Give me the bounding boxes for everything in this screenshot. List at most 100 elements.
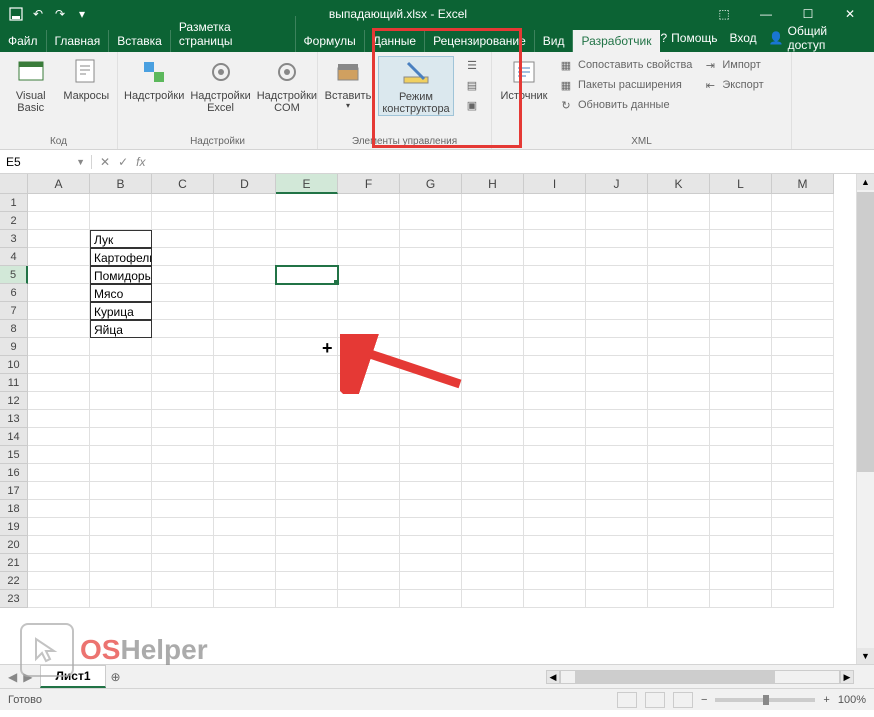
cell[interactable]	[772, 338, 834, 356]
undo-icon[interactable]: ↶	[28, 4, 48, 24]
cell[interactable]	[214, 320, 276, 338]
cell[interactable]	[28, 464, 90, 482]
cell[interactable]	[28, 500, 90, 518]
excel-addins-button[interactable]: Надстройки Excel	[190, 56, 250, 114]
cell[interactable]	[214, 590, 276, 608]
cell[interactable]	[710, 230, 772, 248]
map-properties-button[interactable]: ▦Сопоставить свойства	[556, 56, 694, 74]
row-header[interactable]: 16	[0, 464, 28, 482]
row-header[interactable]: 1	[0, 194, 28, 212]
normal-view-icon[interactable]	[617, 692, 637, 708]
cell[interactable]	[400, 356, 462, 374]
cell[interactable]	[28, 554, 90, 572]
cell[interactable]	[214, 248, 276, 266]
cell[interactable]	[338, 320, 400, 338]
row-header[interactable]: 5	[0, 266, 28, 284]
cell[interactable]	[524, 464, 586, 482]
cell[interactable]	[276, 356, 338, 374]
column-header[interactable]: H	[462, 174, 524, 194]
cell[interactable]	[276, 572, 338, 590]
cell[interactable]	[28, 518, 90, 536]
cell[interactable]	[772, 248, 834, 266]
cell[interactable]	[400, 266, 462, 284]
cell[interactable]	[648, 230, 710, 248]
cell[interactable]	[710, 410, 772, 428]
cell[interactable]	[710, 464, 772, 482]
tab-data[interactable]: Данные	[365, 30, 425, 52]
cell[interactable]	[90, 194, 152, 212]
row-header[interactable]: 11	[0, 374, 28, 392]
page-break-view-icon[interactable]	[673, 692, 693, 708]
cell[interactable]	[338, 572, 400, 590]
cell[interactable]	[524, 320, 586, 338]
cell[interactable]	[28, 446, 90, 464]
cell[interactable]	[648, 500, 710, 518]
cell[interactable]	[28, 266, 90, 284]
cell[interactable]	[214, 572, 276, 590]
cell[interactable]	[648, 374, 710, 392]
cell[interactable]	[710, 446, 772, 464]
com-addins-button[interactable]: Надстройки COM	[257, 56, 317, 114]
cell[interactable]	[276, 446, 338, 464]
cell[interactable]	[462, 410, 524, 428]
cell[interactable]	[338, 446, 400, 464]
cell[interactable]	[648, 518, 710, 536]
cell[interactable]	[648, 410, 710, 428]
cell[interactable]	[28, 392, 90, 410]
cell[interactable]	[276, 536, 338, 554]
cell[interactable]	[214, 392, 276, 410]
cell[interactable]	[462, 248, 524, 266]
cell[interactable]	[586, 428, 648, 446]
cell[interactable]	[462, 464, 524, 482]
cell[interactable]	[276, 248, 338, 266]
cell[interactable]	[338, 284, 400, 302]
cell[interactable]	[772, 500, 834, 518]
row-header[interactable]: 20	[0, 536, 28, 554]
cell[interactable]	[90, 338, 152, 356]
cell[interactable]	[276, 464, 338, 482]
cell[interactable]	[214, 518, 276, 536]
cell[interactable]	[586, 230, 648, 248]
cell[interactable]	[462, 356, 524, 374]
hscroll-right-icon[interactable]: ▶	[840, 670, 854, 684]
cell[interactable]	[772, 374, 834, 392]
cell[interactable]	[648, 302, 710, 320]
cell[interactable]	[276, 338, 338, 356]
cell[interactable]	[772, 356, 834, 374]
import-button[interactable]: ⇥Импорт	[700, 56, 765, 74]
cell[interactable]	[586, 194, 648, 212]
cell[interactable]	[214, 230, 276, 248]
cell[interactable]	[338, 464, 400, 482]
scroll-down-icon[interactable]: ▼	[857, 648, 874, 664]
cell[interactable]	[90, 500, 152, 518]
cell[interactable]	[28, 356, 90, 374]
cell[interactable]	[462, 338, 524, 356]
share-button[interactable]: 👤Общий доступ	[769, 24, 866, 52]
cell[interactable]	[586, 374, 648, 392]
cancel-formula-icon[interactable]: ✕	[100, 155, 110, 169]
cell[interactable]	[586, 284, 648, 302]
cell[interactable]	[586, 518, 648, 536]
cell[interactable]	[710, 536, 772, 554]
cell[interactable]	[772, 482, 834, 500]
cell[interactable]	[462, 266, 524, 284]
cell[interactable]	[710, 194, 772, 212]
cell[interactable]	[586, 446, 648, 464]
cell[interactable]	[152, 428, 214, 446]
row-header[interactable]: 19	[0, 518, 28, 536]
enter-formula-icon[interactable]: ✓	[118, 155, 128, 169]
cell[interactable]	[338, 392, 400, 410]
cell[interactable]	[90, 428, 152, 446]
cell[interactable]	[586, 338, 648, 356]
cell[interactable]	[28, 374, 90, 392]
cell[interactable]	[338, 500, 400, 518]
cell[interactable]	[400, 410, 462, 428]
zoom-level[interactable]: 100%	[838, 694, 866, 706]
cell[interactable]	[152, 194, 214, 212]
column-header[interactable]: I	[524, 174, 586, 194]
column-header[interactable]: G	[400, 174, 462, 194]
cell[interactable]	[462, 536, 524, 554]
cell[interactable]	[338, 338, 400, 356]
addins-button[interactable]: Надстройки	[124, 56, 184, 102]
export-button[interactable]: ⇤Экспорт	[700, 76, 765, 94]
